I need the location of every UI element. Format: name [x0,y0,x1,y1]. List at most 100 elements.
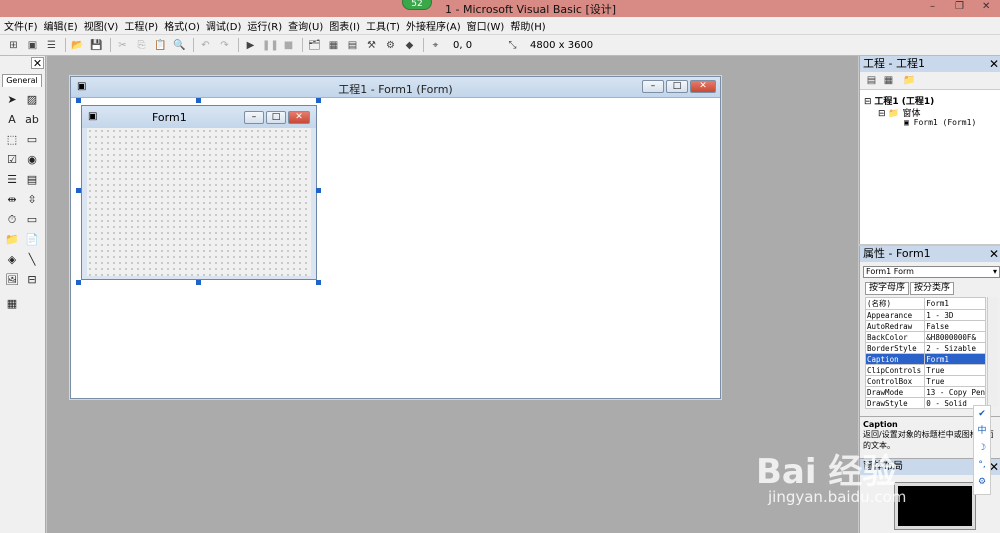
restore-button[interactable]: ❐ [955,1,964,12]
resize-handle[interactable] [316,280,321,285]
data-view-icon[interactable]: ◆ [402,39,417,52]
designer-close-button[interactable]: ✕ [690,80,716,93]
tab-categorized[interactable]: 按分类序 [910,282,955,295]
open-icon[interactable]: 📂 [70,39,85,52]
toolbox-close-icon[interactable]: ✕ [31,57,44,70]
properties-window-icon[interactable]: ▦ [326,39,341,52]
resize-handle[interactable] [76,280,81,285]
menu-view[interactable]: 视图(V) [84,18,119,33]
property-value[interactable]: &H8000000F& [924,331,986,343]
project-explorer-icon[interactable]: 🗂 [307,39,322,52]
menu-help[interactable]: 帮助(H) [510,18,545,33]
copy-icon[interactable]: ⎘ [134,39,149,52]
resize-handle[interactable] [76,98,81,103]
data-icon[interactable]: ⊟ [24,272,40,288]
shape-icon[interactable]: ◈ [4,252,20,268]
object-selector[interactable]: Form1 Form ▾ [863,266,1000,278]
start-icon[interactable]: ▶ [243,39,258,52]
tab-alphabetic[interactable]: 按字母序 [865,282,910,295]
designer-minimize-button[interactable]: – [642,80,664,93]
ime-settings-icon[interactable]: ⚙ [974,474,990,491]
resize-handle[interactable] [196,280,201,285]
textbox-icon[interactable]: ab [24,112,40,128]
menu-run[interactable]: 运行(R) [247,18,282,33]
menu-format[interactable]: 格式(O) [164,18,200,33]
property-value[interactable]: 2 - Sizable [924,342,986,354]
menu-editor-icon[interactable]: ☰ [44,39,59,52]
undo-icon[interactable]: ↶ [198,39,213,52]
property-value[interactable]: False [924,320,986,332]
redo-icon[interactable]: ↷ [217,39,232,52]
property-row[interactable]: BackColor &H8000000F& [864,331,986,343]
menu-window[interactable]: 窗口(W) [467,18,505,33]
dirlistbox-icon[interactable]: 📁 [4,232,20,248]
object-browser-icon[interactable]: ⚒ [364,39,379,52]
label-icon[interactable]: A [4,112,20,128]
properties-scrollbar[interactable] [987,297,998,407]
save-icon[interactable]: 💾 [89,39,104,52]
property-value[interactable]: True [924,375,986,387]
cut-icon[interactable]: ✂ [115,39,130,52]
filelistbox-icon[interactable]: 📄 [24,232,40,248]
menu-query[interactable]: 查询(U) [288,18,323,33]
ime-punctuation-icon[interactable]: °, [974,457,990,474]
designer-titlebar[interactable]: ▣ 工程1 - Form1 (Form) – □ ✕ [71,77,720,98]
property-value[interactable]: Form1 [924,297,986,310]
listbox-icon[interactable]: ▤ [24,172,40,188]
designer-maximize-button[interactable]: □ [666,80,688,93]
project-close-icon[interactable]: ✕ [989,56,999,72]
menu-addins[interactable]: 外接程序(A) [406,18,461,33]
drivelistbox-icon[interactable]: ▭ [24,212,40,228]
commandbutton-icon[interactable]: ▭ [24,132,40,148]
resize-handle[interactable] [196,98,201,103]
menu-project[interactable]: 工程(P) [124,18,158,33]
hscrollbar-icon[interactable]: ⇹ [4,192,20,208]
menu-diagram[interactable]: 图表(I) [329,18,360,33]
resize-handle[interactable] [316,188,321,193]
ime-check-icon[interactable]: ✔ [974,406,990,423]
minimize-button[interactable]: – [930,1,935,12]
image-icon[interactable]: 🖼 [4,272,20,288]
toolbox-icon[interactable]: ⚙ [383,39,398,52]
view-code-icon[interactable]: ▤ [864,74,879,87]
form1-grid[interactable] [87,128,311,276]
stop-icon[interactable]: ■ [281,39,296,52]
timer-icon[interactable]: ⏱ [4,212,20,228]
line-icon[interactable]: ╲ [24,252,40,268]
property-row[interactable]: Appearance 1 - 3D [864,309,986,321]
combobox-icon[interactable]: ☰ [4,172,20,188]
pause-icon[interactable]: ❚❚ [262,39,279,52]
picturebox-icon[interactable]: ▨ [24,92,40,108]
property-value[interactable]: 13 - Copy Pen [924,386,986,398]
properties-close-icon[interactable]: ✕ [989,246,999,262]
resize-handle[interactable] [76,188,81,193]
property-row[interactable]: (名称) Form1 [864,297,986,310]
frame-icon[interactable]: ⬚ [4,132,20,148]
ole-icon[interactable]: ▦ [4,296,20,312]
menu-edit[interactable]: 编辑(E) [44,18,78,33]
ime-chinese-mode[interactable]: 中 [974,423,990,440]
menu-debug[interactable]: 调试(D) [206,18,242,33]
vscrollbar-icon[interactable]: ⇳ [24,192,40,208]
property-row[interactable]: DrawStyle 0 - Solid [864,397,986,409]
toggle-folders-icon[interactable]: 📁 [902,74,917,87]
property-row[interactable]: ControlBox True [864,375,986,387]
close-button[interactable]: ✕ [982,1,990,12]
view-object-icon[interactable]: ▦ [881,74,896,87]
add-project-icon[interactable]: ⊞ [6,39,21,52]
form-layout-icon[interactable]: ▤ [345,39,360,52]
pointer-icon[interactable]: ➤ [4,92,20,108]
property-value[interactable]: 1 - 3D [924,309,986,321]
checkbox-icon[interactable]: ☑ [4,152,20,168]
toolbox-general-tab[interactable]: General [2,74,42,87]
menu-tools[interactable]: 工具(T) [366,18,400,33]
property-row[interactable]: ClipControls True [864,364,986,376]
paste-icon[interactable]: 📋 [153,39,168,52]
property-row[interactable]: DrawMode 13 - Copy Pen [864,386,986,398]
property-row[interactable]: AutoRedraw False [864,320,986,332]
property-value[interactable]: True [924,364,986,376]
optionbutton-icon[interactable]: ◉ [24,152,40,168]
ime-moon-icon[interactable]: ☽ [974,440,990,457]
add-form-icon[interactable]: ▣ [25,39,40,52]
property-row[interactable]: BorderStyle 2 - Sizable [864,342,986,354]
